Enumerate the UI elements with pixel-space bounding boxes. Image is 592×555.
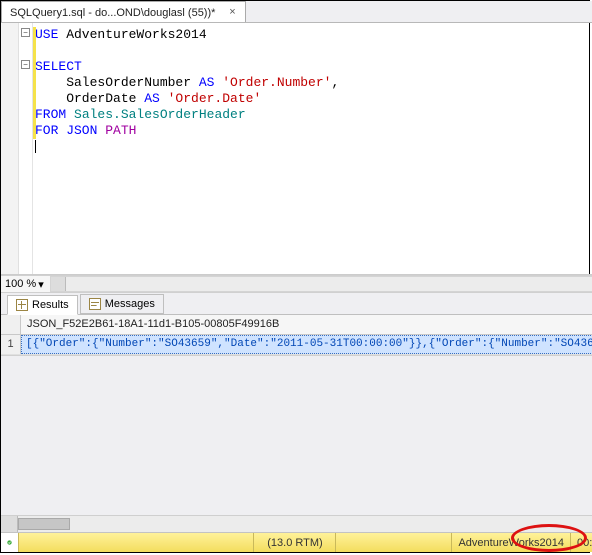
grid-icon — [16, 299, 28, 311]
tab-results[interactable]: Results — [7, 295, 78, 315]
editor-footer: 100 % ▾ — [1, 275, 592, 293]
status-database: AdventureWorks2014 — [452, 533, 571, 552]
grid-corner[interactable] — [1, 315, 21, 334]
tab-label: Results — [32, 299, 69, 311]
scrollbar-thumb[interactable] — [18, 518, 70, 530]
result-cell[interactable]: [{"Order":{"Number":"SO43659","Date":"20… — [21, 335, 592, 354]
column-header[interactable]: JSON_F52E2B61-18A1-11d1-B105-00805F49916… — [21, 315, 592, 334]
tab-messages[interactable]: Messages — [80, 294, 164, 314]
grid-header-row: JSON_F52E2B61-18A1-11d1-B105-00805F49916… — [1, 315, 592, 335]
table-row: 1 [{"Order":{"Number":"SO43659","Date":"… — [1, 335, 592, 355]
status-login — [336, 533, 452, 552]
tab-title: SQLQuery1.sql - do...OND\douglasl (55))* — [10, 7, 215, 19]
results-tab-strip: Results Messages — [1, 293, 592, 315]
chevron-down-icon: ▾ — [38, 278, 44, 291]
zoom-dropdown[interactable]: 100 % ▾ — [1, 278, 48, 291]
horizontal-scrollbar[interactable] — [1, 515, 592, 532]
document-tab[interactable]: SQLQuery1.sql - do...OND\douglasl (55))*… — [1, 1, 246, 22]
results-grid: JSON_F52E2B61-18A1-11d1-B105-00805F49916… — [1, 315, 592, 532]
status-success-icon — [1, 533, 19, 552]
status-version: (13.0 RTM) — [254, 533, 336, 552]
text-caret — [35, 140, 36, 153]
sql-editor: − − USE AdventureWorks2014 SELECT SalesO… — [1, 23, 592, 275]
zoom-value: 100 % — [5, 278, 36, 290]
fold-toggle-icon[interactable]: − — [21, 28, 30, 37]
horizontal-scrollbar[interactable] — [50, 276, 592, 292]
status-elapsed: 00:00:00 — [571, 533, 592, 552]
grid-empty-area — [1, 355, 592, 515]
editor-gutter — [1, 23, 19, 274]
close-icon[interactable]: × — [225, 6, 239, 20]
change-marker — [33, 27, 36, 139]
document-tab-bar: SQLQuery1.sql - do...OND\douglasl (55))*… — [1, 1, 592, 23]
fold-column: − − — [19, 23, 33, 274]
editor-text[interactable]: USE AdventureWorks2014 SELECT SalesOrder… — [33, 23, 592, 274]
status-bar: (13.0 RTM) AdventureWorks2014 00:00:00 9… — [1, 532, 592, 552]
fold-toggle-icon[interactable]: − — [21, 60, 30, 69]
status-connection — [19, 533, 254, 552]
tab-label: Messages — [105, 298, 155, 310]
messages-icon — [89, 298, 101, 310]
row-header[interactable]: 1 — [1, 335, 21, 354]
